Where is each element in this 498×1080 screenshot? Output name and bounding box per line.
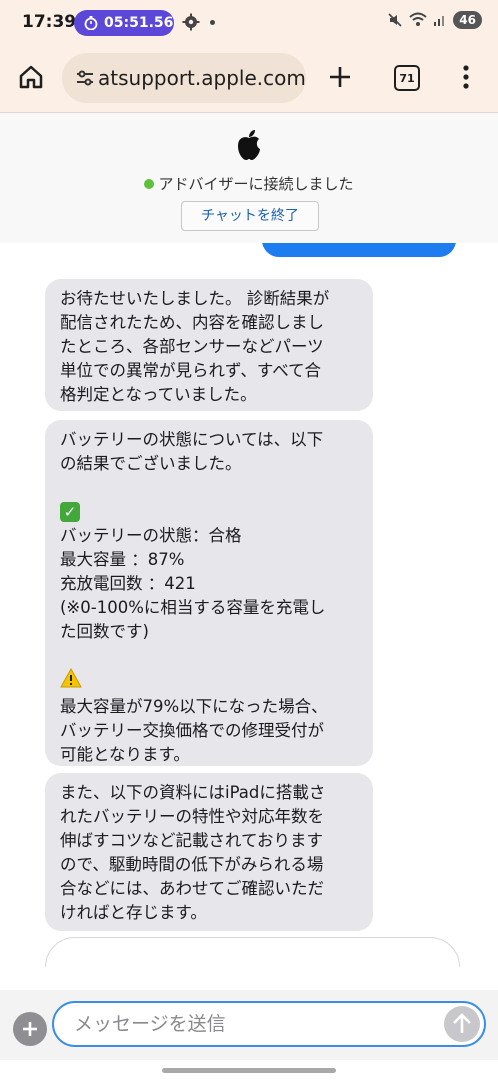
message-input[interactable] <box>52 1001 486 1047</box>
message-line: バッテリーの状態：合格 <box>60 526 242 545</box>
message-line: 合などには、あわせてご確認いただ <box>60 879 324 898</box>
message-line: また、以下の資料にはiPadに搭載さ <box>60 783 326 802</box>
message-line: 伸ばすコツなど記載されております <box>60 831 324 850</box>
plus-icon <box>23 1022 37 1036</box>
mute-icon <box>388 13 402 27</box>
message-line: バッテリーの状態については、以下 <box>60 430 324 449</box>
message-line: ので、駆動時間の低下がみられる場 <box>60 855 324 874</box>
site-settings-icon[interactable] <box>74 67 96 89</box>
advisor-message: バッテリーの状態については、以下 の結果でございました。 ✓ バッテリーの状態：… <box>45 420 373 766</box>
timer-value: 05:51.56 <box>104 15 174 31</box>
more-menu-icon[interactable] <box>462 64 470 90</box>
advisor-message: お待たせいたしました。 診断結果が 配信されたため、内容を確認しまし たところ、… <box>45 279 373 411</box>
advisor-message: また、以下の資料にはiPadに搭載さ れたバッテリーの特性や対応年数を 伸ばすコ… <box>45 773 373 931</box>
message-line: 最大容量 ：87% <box>60 550 185 569</box>
message-line: たところ、各部センサーなどパーツ <box>60 337 324 356</box>
status-bar: 17:39 05:51.56 46 <box>0 0 498 46</box>
new-tab-icon[interactable] <box>328 65 352 89</box>
arrow-up-icon <box>453 1013 471 1033</box>
message-composer <box>0 990 498 1060</box>
home-icon[interactable] <box>18 64 44 90</box>
message-line: (※0-100%に相当する容量を充電し <box>60 598 326 617</box>
message-line: バッテリー交換価格での修理受付が <box>60 721 324 740</box>
message-line: 格判定となっていました。 <box>60 385 257 404</box>
stopwatch-icon <box>84 16 98 30</box>
message-line: 単位での異常が見られず、すべて合 <box>60 361 322 380</box>
message-line: れたバッテリーの特性や対応年数を <box>60 807 324 826</box>
connection-status: アドバイザーに接続しました <box>0 173 498 194</box>
send-button[interactable] <box>444 1006 480 1042</box>
tab-switcher-button[interactable]: 71 <box>394 65 420 91</box>
notification-dot <box>210 20 215 25</box>
end-chat-button[interactable]: チャットを終了 <box>181 201 319 231</box>
gear-icon <box>182 13 200 31</box>
timer-chip[interactable]: 05:51.56 <box>74 10 174 36</box>
chat-header: アドバイザーに接続しました チャットを終了 <box>0 112 498 244</box>
address-bar[interactable]: atsupport.apple.com <box>62 53 306 103</box>
apple-logo-icon <box>238 130 260 160</box>
message-line: 充放電回数 ：421 <box>60 574 196 593</box>
add-attachment-button[interactable] <box>13 1012 47 1046</box>
connection-status-text: アドバイザーに接続しました <box>158 175 354 193</box>
warning-icon <box>60 668 82 688</box>
message-line: の結果でございました。 <box>60 454 242 473</box>
message-line: 最大容量が79%以下になった場合、 <box>60 697 328 716</box>
message-line: お待たせいたしました。 診断結果が <box>60 289 330 308</box>
url-text: atsupport.apple.com <box>98 66 306 90</box>
online-status-dot <box>144 179 155 189</box>
home-indicator[interactable] <box>162 1068 336 1073</box>
status-time: 17:39 <box>22 12 77 32</box>
status-icons: 46 <box>387 11 482 29</box>
browser-toolbar: atsupport.apple.com 71 <box>0 46 498 112</box>
signal-icon <box>434 16 445 26</box>
message-line: 配信されたため、内容を確認しまし <box>60 313 324 332</box>
battery-level: 46 <box>453 11 482 29</box>
message-line: ければと存じます。 <box>60 903 207 922</box>
wifi-icon <box>409 12 427 26</box>
message-line: 可能となります。 <box>60 745 190 764</box>
chat-transcript[interactable]: お待たせいたしました。 診断結果が 配信されたため、内容を確認しまし たところ、… <box>0 243 498 967</box>
link-card[interactable] <box>45 937 460 967</box>
check-mark-icon: ✓ <box>60 502 80 522</box>
message-line: た回数です) <box>60 622 149 641</box>
user-message-bubble <box>262 243 456 257</box>
